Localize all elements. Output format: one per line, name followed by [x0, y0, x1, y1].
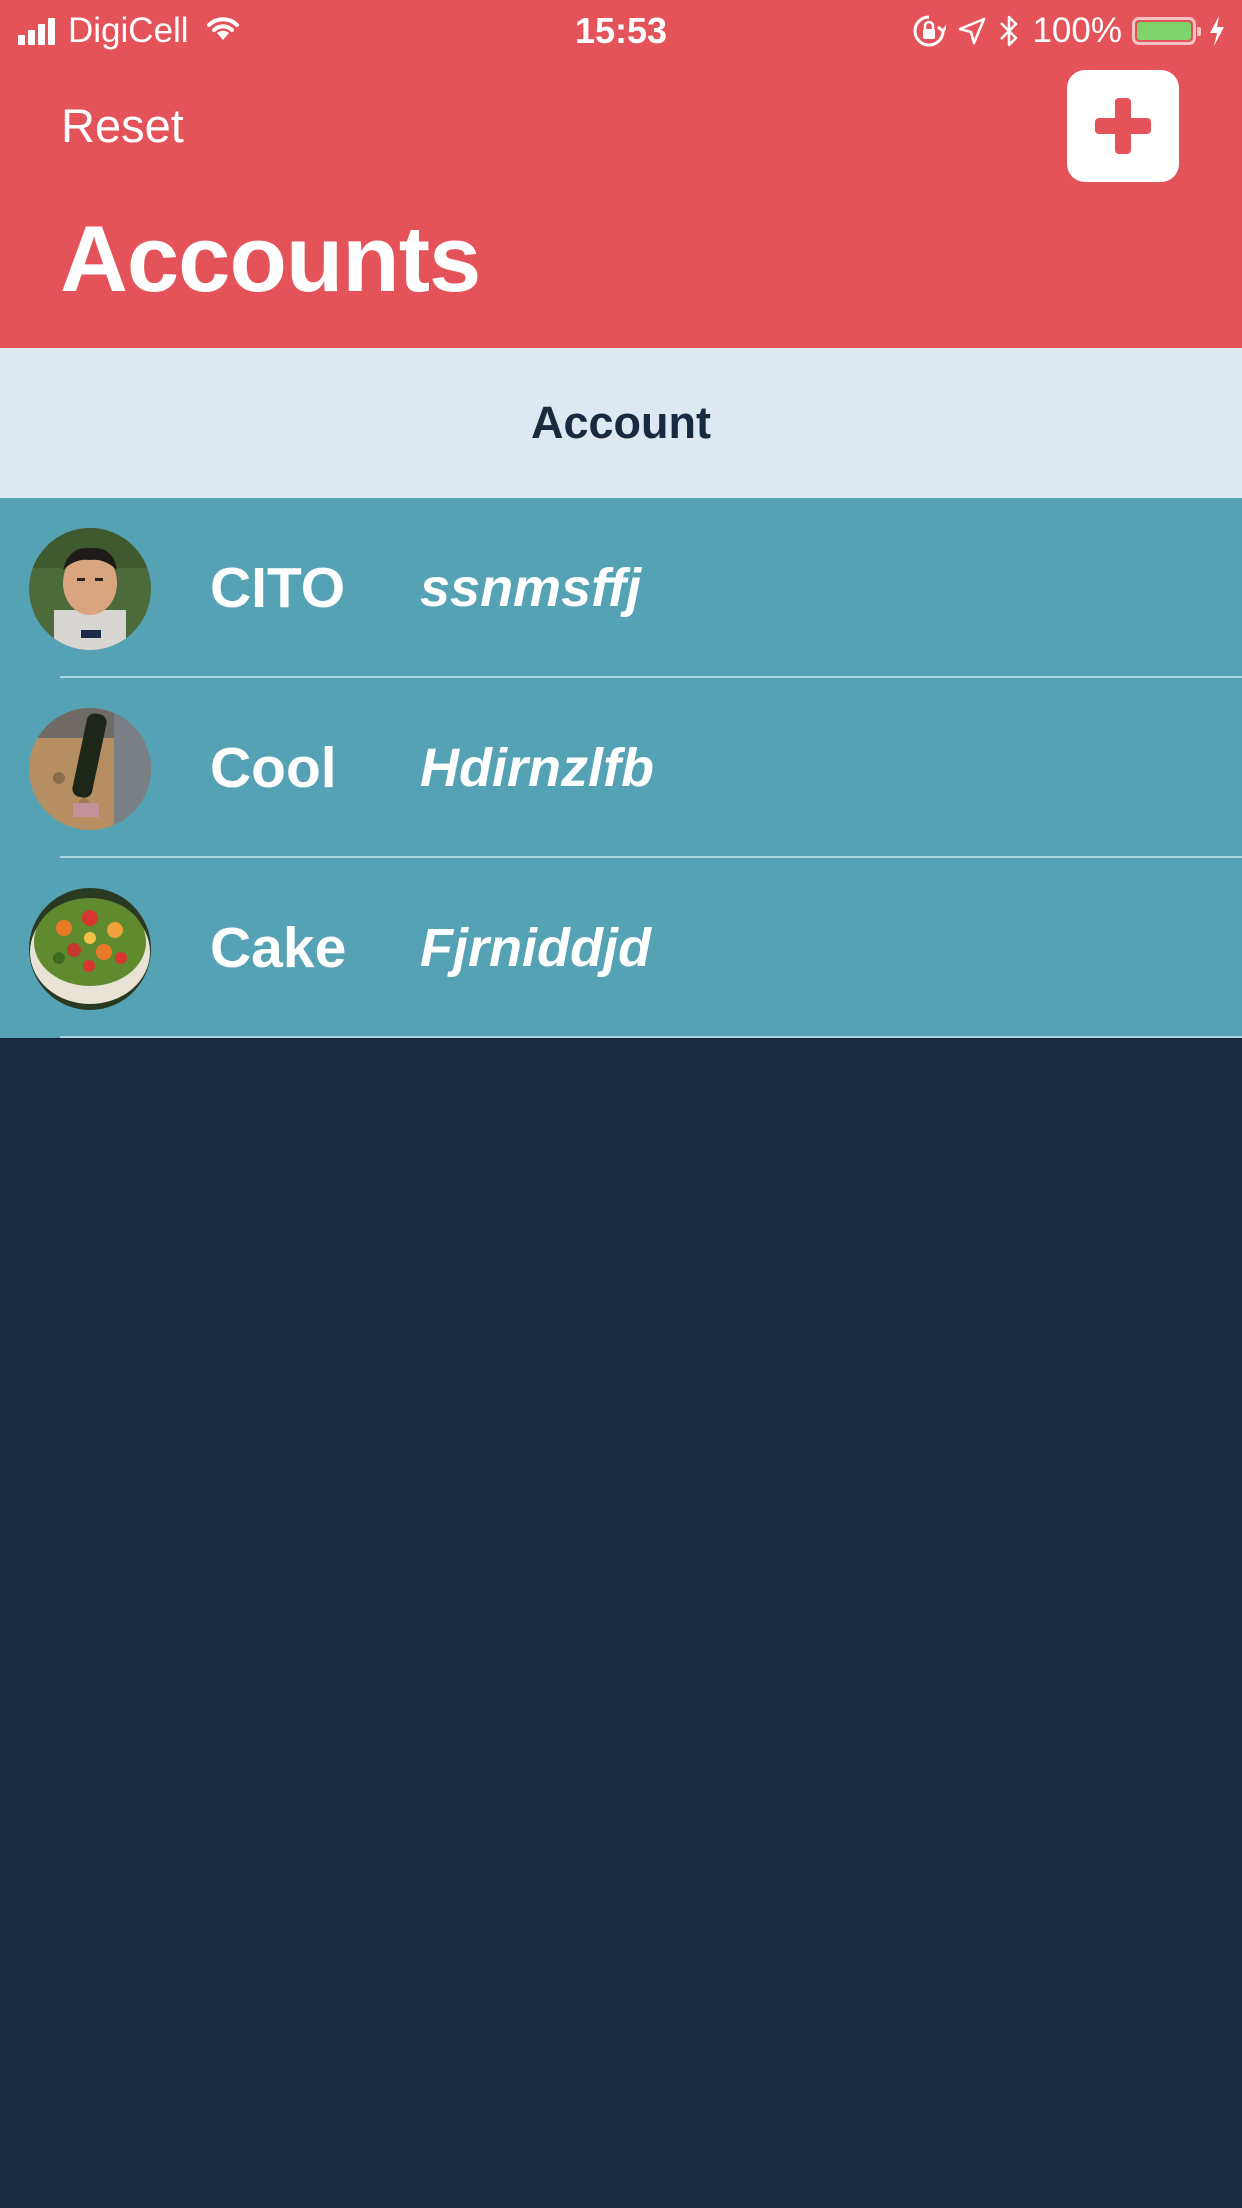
list-item[interactable]: CITO ssnmsffj [0, 498, 1242, 678]
status-bar-right: 100% [900, 10, 1226, 52]
avatar [29, 708, 151, 830]
account-handle: Hdirnzlfb [420, 738, 654, 798]
avatar [29, 528, 151, 650]
list-item[interactable]: Cool Hdirnzlfb [0, 678, 1242, 858]
navigation-header: DigiCell 15:53 100% Reset Accounts [0, 0, 1242, 348]
account-name: Cool [210, 736, 337, 800]
battery-icon [1132, 17, 1201, 45]
orientation-lock-icon [912, 14, 947, 48]
account-handle: Fjrniddjd [420, 918, 651, 978]
bluetooth-icon [998, 14, 1020, 48]
avatar [29, 888, 151, 1010]
account-name: Cake [210, 916, 347, 980]
reset-button[interactable]: Reset [61, 98, 184, 153]
accounts-list: CITO ssnmsffj Cool Hdirnzlfb Cake Fjrnid… [0, 498, 1242, 1038]
page-title: Accounts [60, 206, 481, 311]
list-item[interactable]: Cake Fjrniddjd [0, 858, 1242, 1038]
account-name: CITO [210, 556, 346, 620]
section-header: Account [0, 348, 1242, 498]
empty-list-area [0, 1038, 1242, 2208]
status-bar: DigiCell 15:53 100% [0, 0, 1242, 62]
section-header-label: Account [531, 397, 711, 448]
charging-icon [1208, 15, 1226, 47]
account-handle: ssnmsffj [420, 558, 642, 618]
battery-percent: 100% [1032, 11, 1122, 50]
location-icon [958, 17, 986, 45]
add-account-button[interactable] [1067, 70, 1179, 182]
